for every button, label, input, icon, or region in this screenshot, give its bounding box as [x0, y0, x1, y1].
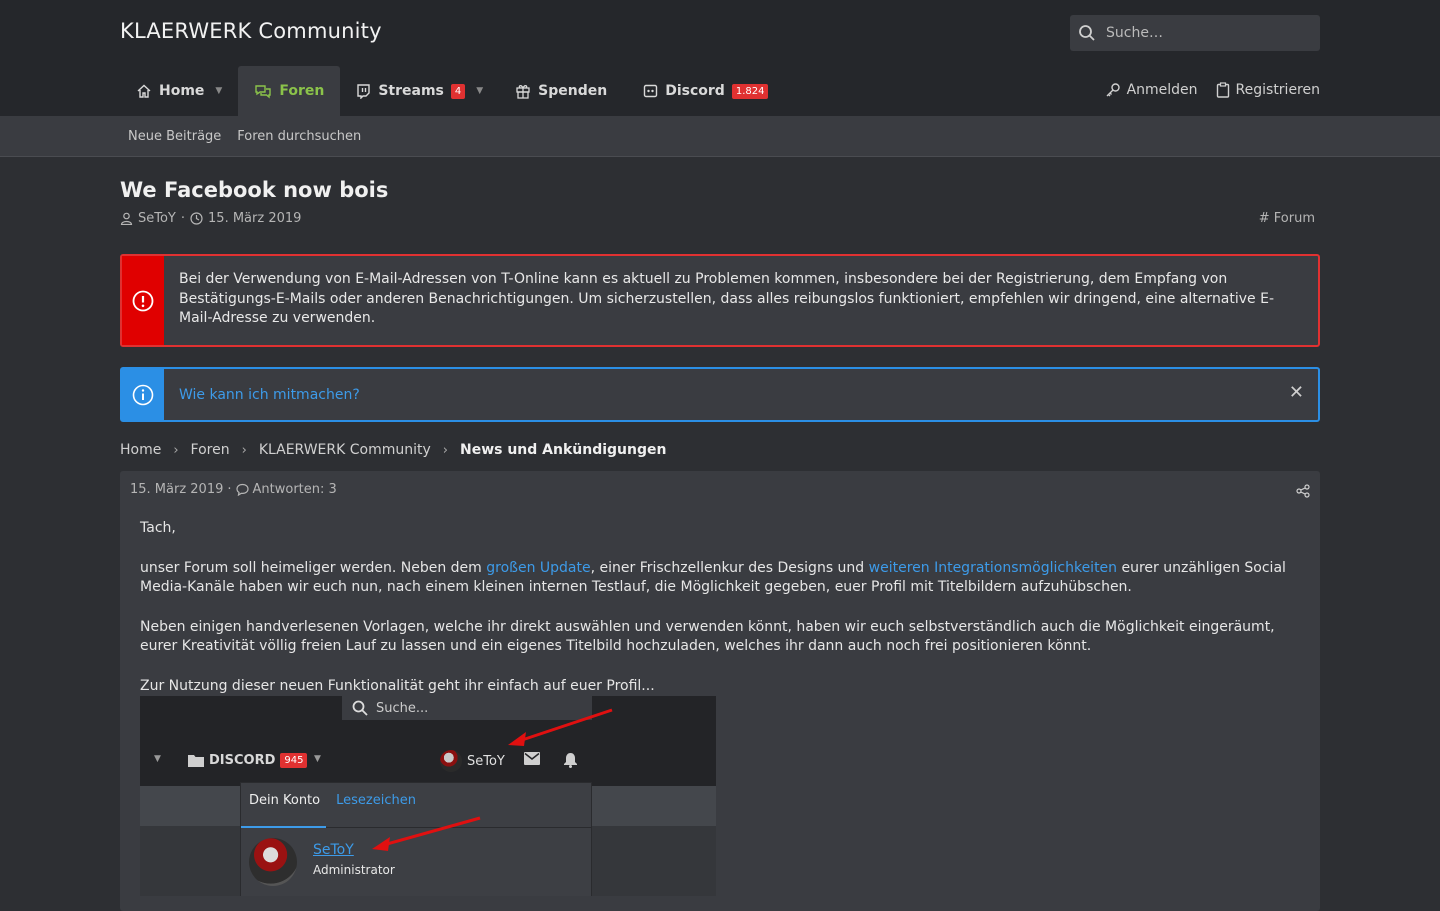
post-header: 15. März 2019 · Antworten: 3	[130, 482, 337, 497]
breadcrumb-community[interactable]: KLAERWERK Community	[259, 442, 431, 458]
subnav-new-posts[interactable]: Neue Beiträge	[120, 129, 229, 144]
update-link[interactable]: großen Update	[486, 560, 590, 576]
integrations-link[interactable]: weiteren Integrationsmöglichkeiten	[869, 560, 1117, 576]
close-icon[interactable]: ✕	[1289, 382, 1304, 403]
post-text: , einer Frischzellenkur des Designs und	[590, 559, 869, 576]
alert-icon	[132, 290, 154, 311]
notice-how-to-join: Wie kann ich mitmachen? ✕	[120, 367, 1320, 422]
site-title[interactable]: KLAERWERK Community	[120, 19, 382, 43]
chevron-down-icon[interactable]: ▼	[215, 86, 222, 96]
page-title: We Facebook now bois	[120, 178, 389, 202]
clipboard-icon	[1216, 82, 1229, 98]
breadcrumb-separator: ›	[241, 442, 247, 458]
post-replies: Antworten: 3	[252, 482, 337, 497]
breadcrumb-separator: ›	[173, 442, 179, 458]
nav-home-label: Home	[159, 83, 205, 99]
breadcrumb-foren[interactable]: Foren	[191, 442, 230, 458]
hash-icon: #	[1258, 211, 1274, 226]
chevron-down-icon[interactable]: ▼	[476, 86, 483, 96]
twitch-icon	[357, 83, 371, 99]
notice-blue-iconbox	[122, 369, 164, 420]
thread-date[interactable]: 15. März 2019	[208, 211, 301, 226]
search-icon	[1079, 25, 1095, 41]
notice-red-iconbox	[122, 256, 164, 345]
nav-foren[interactable]: Foren	[238, 66, 341, 116]
sub-nav: Neue Beiträge Foren durchsuchen	[0, 116, 1440, 157]
post: 15. März 2019 · Antworten: 3 Tach, unser…	[120, 471, 1320, 911]
home-icon	[137, 84, 151, 98]
notice-tonline: Bei der Verwendung von E-Mail-Adressen v…	[120, 254, 1320, 347]
meta-separator: ·	[227, 482, 232, 497]
breadcrumb-current[interactable]: News und Ankündigungen	[460, 442, 667, 458]
login-link[interactable]: Anmelden	[1105, 82, 1198, 98]
nav-spenden-label: Spenden	[538, 83, 608, 99]
how-to-join-link[interactable]: Wie kann ich mitmachen?	[179, 387, 360, 403]
notice-red-text: Bei der Verwendung von E-Mail-Adressen v…	[179, 271, 1275, 326]
thread-meta: SeToY · 15. März 2019	[120, 211, 301, 226]
nav-discord[interactable]: Discord 1.824	[627, 66, 784, 116]
discord-icon	[644, 84, 658, 97]
streams-badge: 4	[450, 83, 466, 99]
post-greeting: Tach,	[140, 520, 176, 536]
clock-icon	[190, 212, 203, 225]
post-text: unser Forum soll heimeliger werden. Nebe…	[140, 559, 487, 576]
gift-icon	[516, 85, 530, 99]
chat-icon	[255, 85, 272, 99]
thread-author[interactable]: SeToY	[138, 211, 176, 226]
user-nav: Anmelden Registrieren	[1105, 66, 1320, 114]
forum-tag-label: Forum	[1273, 211, 1315, 226]
breadcrumb-separator: ›	[442, 442, 448, 458]
search-box[interactable]	[1070, 15, 1320, 51]
post-paragraph-1: unser Forum soll heimeliger werden. Nebe…	[140, 559, 1300, 598]
share-icon[interactable]	[1296, 484, 1310, 502]
subnav-search-forums[interactable]: Foren durchsuchen	[229, 129, 369, 144]
nav-streams-label: Streams	[378, 83, 444, 99]
comment-icon	[235, 483, 249, 496]
post-screenshot[interactable]: Suche... ▼ DISCORD 945 ▼ SeToY Dein Kont…	[140, 696, 716, 896]
breadcrumb-home[interactable]: Home	[120, 442, 161, 458]
discord-badge: 1.824	[731, 83, 769, 99]
info-icon	[132, 384, 154, 405]
site-header: KLAERWERK Community Home ▼ Foren Streams…	[0, 0, 1440, 116]
post-paragraph-3: Zur Nutzung dieser neuen Funktionalität …	[140, 677, 655, 694]
nav-discord-label: Discord	[665, 83, 725, 99]
login-label: Anmelden	[1126, 82, 1198, 98]
post-date[interactable]: 15. März 2019	[130, 482, 223, 497]
search-input[interactable]	[1106, 25, 1306, 41]
nav-foren-label: Foren	[279, 83, 325, 99]
register-label: Registrieren	[1235, 82, 1320, 98]
nav-home[interactable]: Home ▼	[120, 66, 238, 116]
user-icon	[120, 212, 133, 225]
post-body: Tach, unser Forum soll heimeliger werden…	[140, 519, 1300, 716]
forum-tag[interactable]: # Forum	[1259, 211, 1315, 226]
key-icon	[1106, 83, 1120, 97]
breadcrumb: Home › Foren › KLAERWERK Community › New…	[120, 442, 666, 458]
post-paragraph-2: Neben einigen handverlesenen Vorlagen, w…	[140, 618, 1275, 655]
nav-spenden[interactable]: Spenden	[499, 66, 623, 116]
nav-streams[interactable]: Streams 4 ▼	[340, 66, 499, 116]
annotation-arrows	[372, 708, 613, 851]
meta-separator: ·	[180, 211, 186, 226]
register-link[interactable]: Registrieren	[1216, 82, 1320, 98]
main-nav: Home ▼ Foren Streams 4 ▼ Spenden Discord…	[120, 66, 784, 116]
